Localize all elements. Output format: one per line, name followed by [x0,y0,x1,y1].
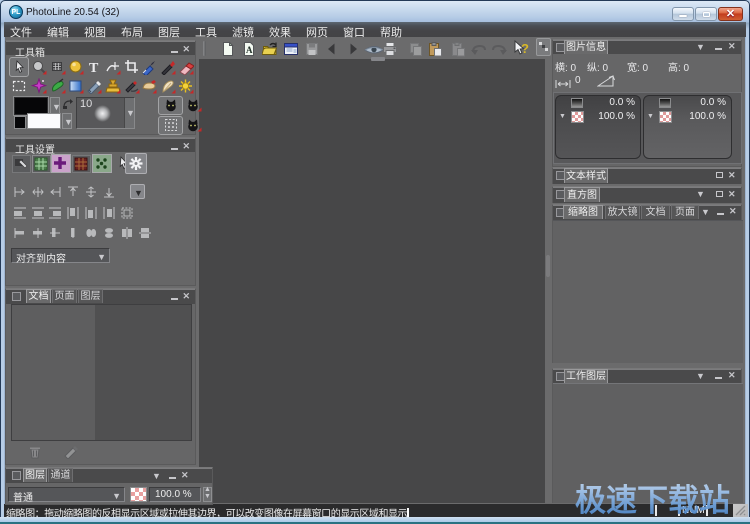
svg-text:?: ? [521,41,529,56]
svg-text:A: A [246,45,253,55]
svg-text:T: T [89,61,99,75]
